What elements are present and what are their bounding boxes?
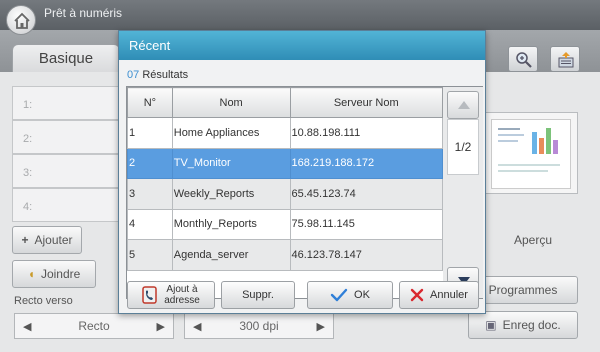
results-summary: 07 Résultats: [127, 69, 188, 81]
row-server: 65.45.123.74: [289, 178, 443, 210]
column-header-number[interactable]: N°: [127, 87, 173, 118]
preview-document: [491, 119, 571, 189]
recto-verso-stepper[interactable]: ◀ Recto ▶: [14, 313, 174, 339]
paperclip-icon: ◖: [27, 267, 35, 281]
table-row[interactable]: 4 Monthly_Reports 75.98.11.145: [127, 208, 443, 240]
check-icon: [330, 288, 348, 302]
add-to-address-line1: Ajout à: [166, 284, 198, 295]
zoom-button[interactable]: [508, 46, 538, 72]
top-bar: Prêt à numéris: [0, 0, 600, 30]
recto-verso-value: Recto: [78, 319, 110, 333]
row-number: 4: [127, 208, 173, 240]
row-server: 75.98.11.145: [289, 208, 443, 240]
row-number: 2: [127, 147, 173, 179]
results-label: Résultats: [142, 69, 189, 81]
address-book-icon: [142, 286, 157, 304]
attach-button-label: Joindre: [40, 267, 81, 281]
row-name: Weekly_Reports: [171, 178, 291, 210]
recto-verso-label: Recto verso: [14, 295, 73, 307]
recent-table: N° Nom Serveur Nom 1 Home Appliances 10.…: [127, 87, 443, 271]
delete-button[interactable]: Suppr.: [221, 281, 295, 309]
tray-icon: [558, 52, 574, 68]
ok-button-label: OK: [354, 289, 370, 301]
app-title: Prêt à numéris: [44, 6, 123, 20]
table-row[interactable]: 5 Agenda_server 46.123.78.147: [127, 239, 443, 271]
right-arrow-icon[interactable]: ▶: [157, 320, 165, 333]
close-icon: [410, 288, 424, 302]
plus-icon: +: [21, 233, 29, 247]
preview-thumbnail: [482, 112, 578, 194]
row-number: 5: [127, 239, 173, 271]
left-arrow-icon[interactable]: ◀: [23, 320, 31, 333]
add-to-address-line2: adresse: [164, 295, 200, 306]
row-name: Home Appliances: [171, 117, 291, 149]
page-indicator: 1/2: [447, 119, 479, 175]
triangle-up-icon: [458, 101, 470, 109]
results-count: 07: [127, 69, 140, 81]
programs-button-label: Programmes: [488, 283, 558, 297]
row-number: 1: [127, 117, 173, 149]
left-arrow-icon[interactable]: ◀: [193, 320, 201, 333]
column-header-server[interactable]: Serveur Nom: [289, 87, 443, 118]
ok-button[interactable]: OK: [307, 281, 393, 309]
row-name: TV_Monitor: [171, 147, 291, 179]
save-doc-button-label: Enreg doc.: [502, 318, 561, 332]
destination-field-2[interactable]: 2:: [12, 120, 120, 154]
home-icon: [14, 12, 30, 29]
cancel-button-label: Annuler: [430, 289, 468, 301]
preview-button[interactable]: Aperçu: [484, 226, 580, 254]
floppy-icon: ▣: [485, 318, 497, 332]
attach-button[interactable]: ◖ Joindre: [12, 260, 96, 288]
destination-field-4[interactable]: 4:: [12, 188, 120, 222]
row-server: 168.219.188.172: [289, 147, 443, 179]
preview-button-label: Aperçu: [514, 233, 553, 247]
destination-field-1[interactable]: 1:: [12, 86, 120, 120]
add-button-label: Ajouter: [34, 233, 73, 247]
table-row[interactable]: 3 Weekly_Reports 65.45.123.74: [127, 178, 443, 210]
table-header-row: N° Nom Serveur Nom: [127, 87, 443, 118]
zoom-icon: [516, 52, 532, 68]
add-to-address-button[interactable]: Ajout à adresse: [127, 281, 215, 309]
add-to-address-label: Ajout à adresse: [164, 284, 200, 306]
dialog-title: Récent: [119, 31, 485, 60]
add-button[interactable]: + Ajouter: [12, 226, 82, 254]
right-arrow-icon[interactable]: ▶: [317, 320, 325, 333]
resolution-stepper[interactable]: ◀ 300 dpi ▶: [184, 313, 334, 339]
row-server: 10.88.198.111: [289, 117, 443, 149]
row-number: 3: [127, 178, 173, 210]
delete-button-label: Suppr.: [242, 289, 274, 301]
row-name: Agenda_server: [171, 239, 291, 271]
recent-dialog: Récent 07 Résultats N° Nom Serveur Nom 1…: [118, 30, 486, 314]
row-name: Monthly_Reports: [171, 208, 291, 240]
recent-table-container: N° Nom Serveur Nom 1 Home Appliances 10.…: [126, 86, 483, 299]
home-button[interactable]: [6, 5, 36, 35]
destination-field-3[interactable]: 3:: [12, 154, 120, 188]
table-row[interactable]: 1 Home Appliances 10.88.198.111: [127, 117, 443, 149]
column-header-name[interactable]: Nom: [171, 87, 291, 118]
row-server: 46.123.78.147: [289, 239, 443, 271]
table-row-selected[interactable]: 2 TV_Monitor 168.219.188.172: [127, 147, 443, 179]
scroll-up-button[interactable]: [447, 91, 479, 119]
tab-basique[interactable]: Basique: [12, 44, 120, 74]
save-doc-button[interactable]: ▣ Enreg doc.: [468, 311, 578, 339]
resolution-value: 300 dpi: [239, 319, 279, 333]
tray-button[interactable]: [550, 46, 580, 72]
preview-chart-image: [498, 128, 560, 172]
cancel-button[interactable]: Annuler: [399, 281, 479, 309]
scroll-column: 1/2: [443, 87, 483, 298]
